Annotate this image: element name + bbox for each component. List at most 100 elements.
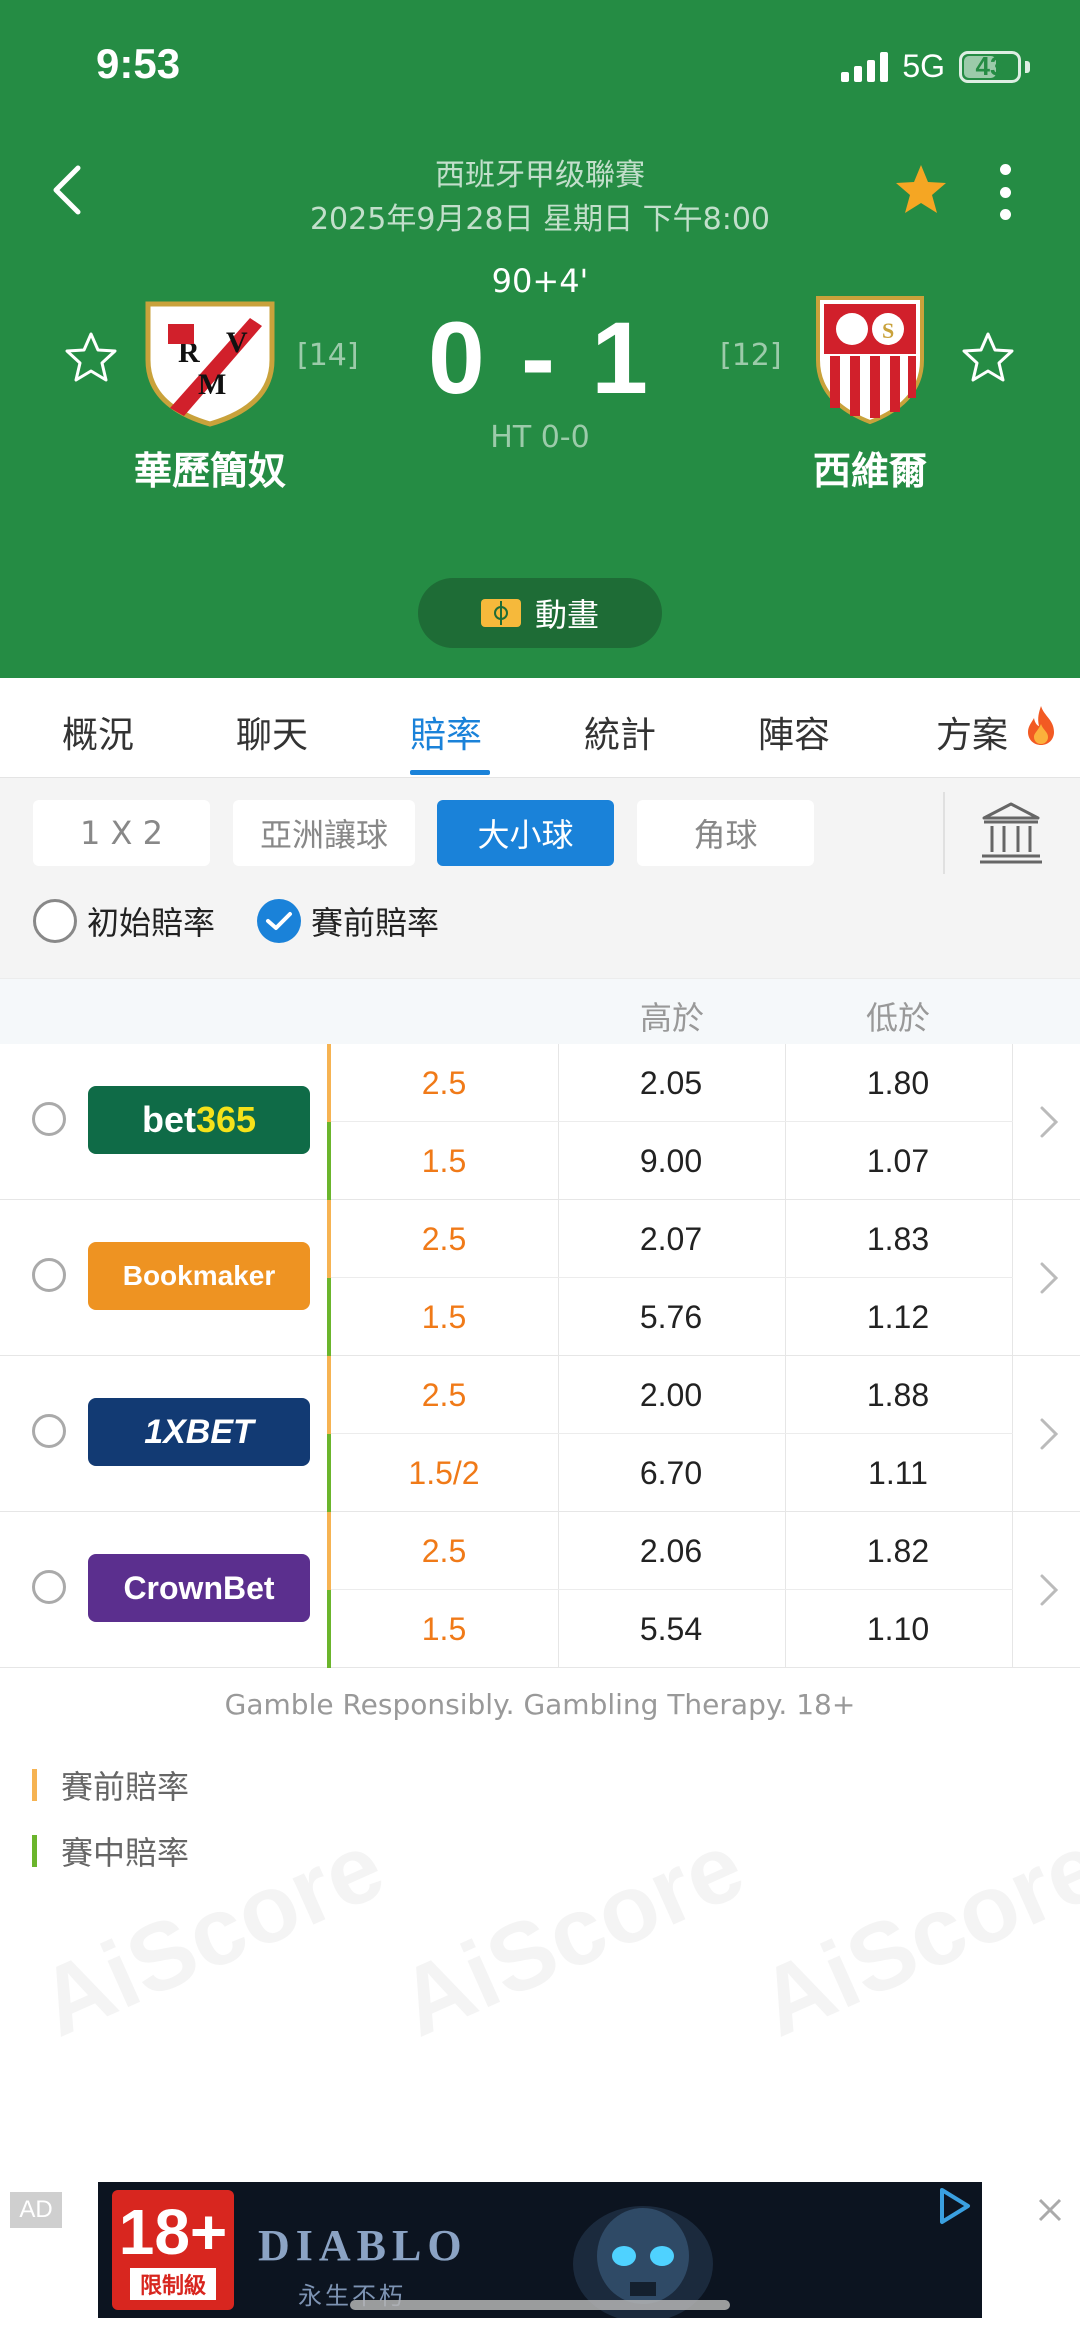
chevron-right-icon[interactable] — [1038, 1416, 1060, 1452]
battery-level: 43 — [975, 51, 1005, 81]
ad-choices-icon[interactable] — [934, 2186, 974, 2226]
tab-chat[interactable]: 聊天 — [236, 706, 308, 758]
row-select-radio[interactable] — [32, 1570, 66, 1604]
more-options-icon[interactable] — [990, 164, 1020, 220]
animation-button[interactable]: 動畫 — [418, 578, 662, 648]
bookmaker-logo-bet365: bet 365 — [88, 1086, 310, 1154]
prematch-line: 2.5 — [421, 1376, 467, 1413]
live-under-odds[interactable]: 1.10 — [785, 1590, 1011, 1668]
odds-row[interactable]: Bookmaker 2.5 2.07 1.83 1.5 5.76 1.12 — [0, 1200, 1080, 1356]
favorite-star-icon[interactable] — [893, 162, 949, 218]
skull-artwork — [573, 2206, 713, 2318]
legend-prematch-label: 賽前賠率 — [61, 1768, 190, 1806]
chip-over-under[interactable]: 大小球 — [437, 800, 614, 866]
legend-live-label: 賽中賠率 — [61, 1834, 190, 1872]
initial-odds-radio[interactable] — [33, 899, 77, 943]
age-rating: 18+ — [118, 2196, 228, 2268]
odds-row[interactable]: 1XBET 2.5 2.00 1.88 1.5/2 6.70 1.11 — [0, 1356, 1080, 1512]
away-team-rank: [12] — [720, 338, 782, 373]
chip-asian-handicap[interactable]: 亞洲讓球 — [233, 800, 415, 866]
fire-icon — [1028, 706, 1054, 745]
tab-stats[interactable]: 統計 — [584, 706, 656, 758]
prematch-line: 2.5 — [421, 1064, 467, 1101]
live-under-odds[interactable]: 1.11 — [785, 1434, 1011, 1512]
ad-title: DIABLO — [258, 2221, 468, 2270]
row-select-radio[interactable] — [32, 1258, 66, 1292]
prematch-odds-checkbox[interactable] — [257, 899, 301, 943]
gambling-disclaimer[interactable]: Gamble Responsibly. Gambling Therapy. 18… — [0, 1688, 1080, 1721]
home-indicator[interactable] — [350, 2300, 730, 2310]
odds-row[interactable]: CrownBet 2.5 2.06 1.82 1.5 5.54 1.10 — [0, 1512, 1080, 1668]
live-over-odds[interactable]: 6.70 — [558, 1434, 784, 1512]
header-over: 高於 — [640, 999, 705, 1037]
prematch-over-odds[interactable]: 2.00 — [558, 1356, 784, 1434]
close-ad-icon[interactable] — [1036, 2196, 1064, 2224]
chevron-right-icon[interactable] — [1038, 1572, 1060, 1608]
tab-odds[interactable]: 賠率 — [410, 706, 482, 758]
live-line: 1.5/2 — [408, 1454, 480, 1491]
prematch-odds-option[interactable]: 賽前賠率 — [257, 898, 439, 944]
tab-lineup[interactable]: 陣容 — [758, 706, 830, 758]
prematch-line: 2.5 — [421, 1532, 467, 1569]
tab-tips[interactable]: 方案 — [936, 706, 1008, 758]
bookmaker-name: Bookmaker — [122, 1260, 276, 1291]
chevron-right-icon[interactable] — [1038, 1260, 1060, 1296]
initial-odds-option[interactable]: 初始賠率 — [33, 898, 215, 944]
chip-1x2[interactable]: 1 X 2 — [33, 800, 210, 866]
odds-row[interactable]: bet 365 2.5 2.05 1.80 1.5 9.00 1.07 — [0, 1044, 1080, 1200]
watermark: AiScore — [743, 1811, 1080, 2059]
svg-text:S: S — [882, 318, 894, 343]
prematch-over-odds[interactable]: 2.06 — [558, 1512, 784, 1590]
prematch-odds-label: 賽前賠率 — [311, 904, 440, 942]
row-select-radio[interactable] — [32, 1102, 66, 1136]
network-label: 5G — [902, 48, 945, 84]
signal-icon — [841, 51, 889, 82]
tab-overview[interactable]: 概況 — [62, 706, 134, 758]
bookmaker-name: 365 — [195, 1099, 257, 1140]
away-team-logo[interactable]: S — [800, 290, 940, 430]
prematch-under-odds[interactable]: 1.82 — [785, 1512, 1011, 1590]
bank-icon[interactable] — [978, 800, 1044, 866]
follow-away-star-icon[interactable] — [960, 330, 1016, 386]
live-over-odds[interactable]: 9.00 — [558, 1122, 784, 1200]
divider — [943, 792, 945, 874]
odds-table-header: 高於 低於 — [0, 978, 1080, 1044]
prematch-over-odds[interactable]: 2.05 — [558, 1044, 784, 1122]
live-over-odds[interactable]: 5.54 — [558, 1590, 784, 1668]
status-time: 9:53 — [96, 40, 181, 87]
live-line: 1.5 — [421, 1142, 467, 1179]
row-select-radio[interactable] — [32, 1414, 66, 1448]
age-rating-label: 限制級 — [129, 2268, 216, 2300]
prematch-line: 2.5 — [421, 1220, 467, 1257]
watermark: AiScore — [383, 1811, 759, 2059]
pitch-icon — [480, 599, 521, 627]
checkmark-icon — [266, 912, 292, 930]
initial-odds-label: 初始賠率 — [87, 904, 216, 942]
live-over-odds[interactable]: 5.76 — [558, 1278, 784, 1356]
live-line: 1.5 — [421, 1610, 467, 1647]
prematch-under-odds[interactable]: 1.80 — [785, 1044, 1011, 1122]
prematch-under-odds[interactable]: 1.88 — [785, 1356, 1011, 1434]
away-team-name[interactable]: 西維爾 — [740, 440, 1000, 495]
bookmaker-name: CrownBet — [123, 1569, 275, 1606]
active-tab-indicator — [410, 770, 490, 775]
prematch-under-odds[interactable]: 1.83 — [785, 1200, 1011, 1278]
ad-tag: AD — [10, 2192, 62, 2228]
legend-live: 賽中賠率 — [32, 1828, 189, 1874]
odds-filter-panel: 1 X 2 亞洲讓球 大小球 角球 初始賠率 賽前賠率 — [0, 778, 1080, 978]
live-under-odds[interactable]: 1.07 — [785, 1122, 1011, 1200]
battery-icon: 43 — [959, 50, 1021, 83]
animation-label: 動畫 — [534, 596, 599, 634]
prematch-over-odds[interactable]: 2.07 — [558, 1200, 784, 1278]
ad-banner[interactable]: 18+ 限制級 DIABLO 永生不朽 — [98, 2182, 982, 2318]
header-under: 低於 — [866, 999, 931, 1037]
bookmaker-name: 1XBET — [144, 1412, 254, 1451]
chip-corners[interactable]: 角球 — [637, 800, 814, 866]
bookmaker-logo-1xbet: 1XBET — [88, 1398, 310, 1466]
age-rating-badge: 18+ 限制級 — [112, 2190, 234, 2310]
tab-bar: 概況 聊天 賠率 統計 陣容 方案 — [0, 678, 1080, 778]
bookmaker-logo-bookmaker: Bookmaker — [88, 1242, 310, 1310]
chevron-right-icon[interactable] — [1038, 1104, 1060, 1140]
live-under-odds[interactable]: 1.12 — [785, 1278, 1011, 1356]
bookmaker-logo-crownbet: CrownBet — [88, 1554, 310, 1622]
